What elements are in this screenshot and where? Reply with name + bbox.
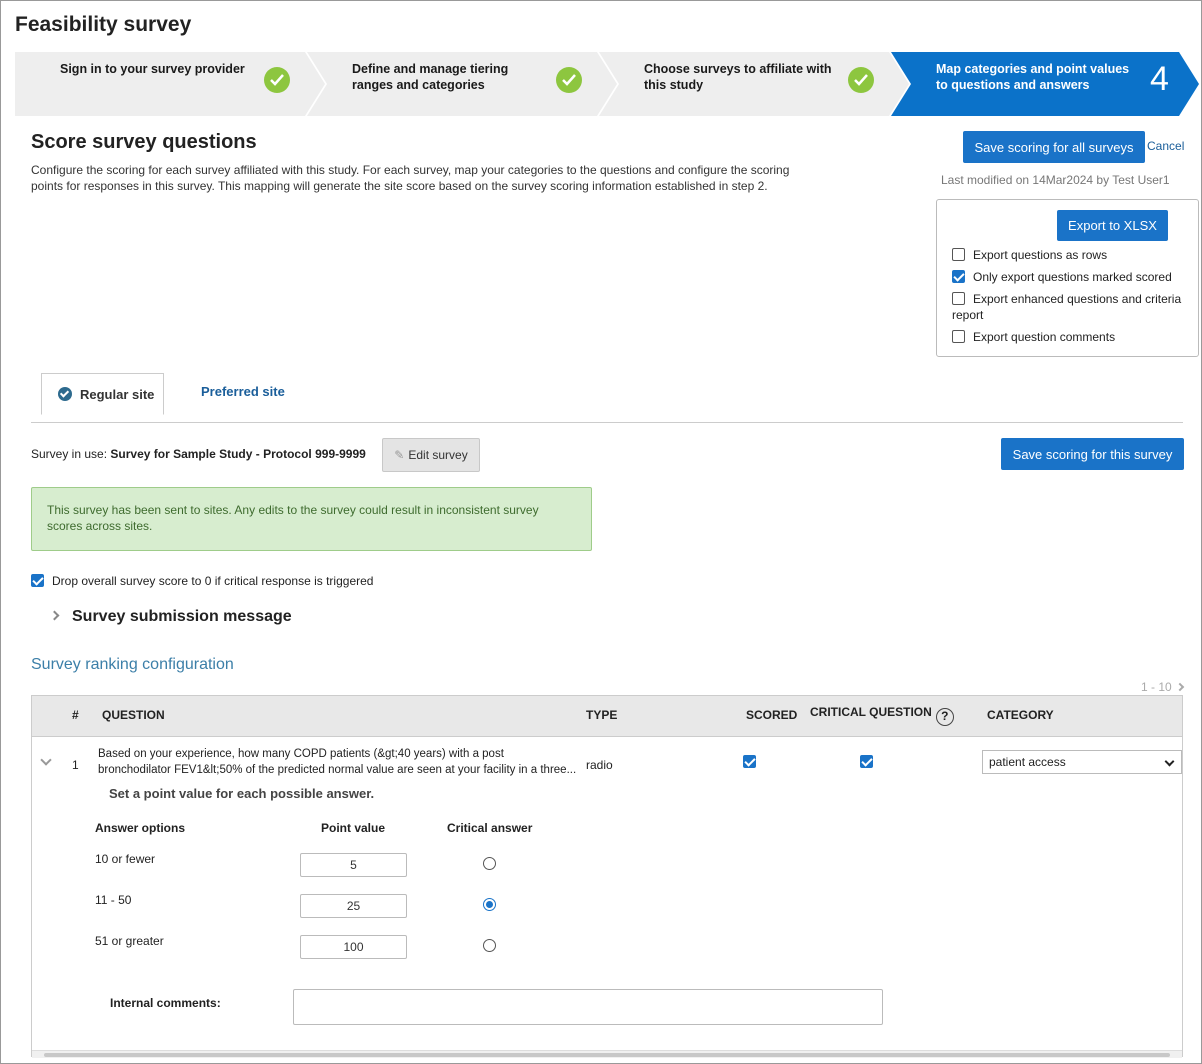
checkbox[interactable] [31, 574, 44, 587]
internal-comments-label: Internal comments: [110, 996, 221, 1010]
chevron-right-icon [49, 610, 60, 621]
chevron-down-icon [1164, 756, 1175, 767]
chevron-right-icon[interactable] [1175, 682, 1185, 692]
step-1-label: Sign in to your survey provider [60, 62, 245, 76]
ranking-table: # QUESTION TYPE SCORED CRITICAL QUESTION… [31, 695, 1183, 1058]
export-option-comments[interactable]: Export question comments [952, 329, 1115, 345]
table-header: # QUESTION TYPE SCORED CRITICAL QUESTION… [32, 696, 1182, 737]
section-title: Score survey questions [31, 131, 257, 153]
option-label: Export question comments [973, 330, 1116, 344]
last-modified: Last modified on 14Mar2024 by Test User1 [941, 173, 1170, 187]
check-circle-icon [58, 387, 72, 401]
section-description: Configure the scoring for each survey af… [31, 163, 790, 193]
col-critical-answer: Critical answer [447, 821, 533, 835]
col-question: QUESTION [102, 708, 165, 722]
wizard-step-4[interactable]: Map categories and point values to quest… [891, 52, 1201, 116]
critical-checkbox[interactable] [860, 755, 873, 768]
horizontal-scrollbar[interactable] [32, 1050, 1182, 1058]
edit-survey-button[interactable]: ✎ Edit survey [382, 438, 480, 472]
category-value: patient access [989, 755, 1066, 769]
edit-survey-label: Edit survey [408, 448, 468, 462]
col-critical: CRITICAL QUESTION? [810, 705, 954, 726]
check-icon [556, 67, 582, 93]
answer-config: Set a point value for each possible answ… [32, 786, 1182, 1056]
checkbox[interactable] [952, 248, 965, 261]
step-2-label: Define and manage tiering ranges and cat… [352, 62, 509, 92]
wizard-train: Sign in to your survey provider Define a… [15, 52, 1201, 116]
save-survey-button[interactable]: Save scoring for this survey [1001, 438, 1184, 470]
page-title: Feasibility survey [15, 13, 192, 36]
critical-answer-radio[interactable] [483, 898, 496, 911]
checkbox[interactable] [952, 330, 965, 343]
export-xlsx-button[interactable]: Export to XLSX [1057, 210, 1168, 241]
option-label: Export questions as rows [973, 248, 1108, 262]
col-type: TYPE [586, 708, 618, 722]
answer-option: 10 or fewer [95, 852, 156, 866]
scored-checkbox[interactable] [743, 755, 756, 768]
row-number: 1 [72, 758, 79, 772]
warning-alert: This survey has been sent to sites. Any … [31, 487, 592, 551]
col-category: CATEGORY [987, 708, 1054, 722]
wizard-step-2[interactable]: Define and manage tiering ranges and cat… [307, 52, 617, 116]
answer-option: 51 or greater [95, 934, 164, 948]
check-icon [848, 67, 874, 93]
ranking-title: Survey ranking configuration [31, 656, 234, 673]
option-label: Export enhanced questions and criteria r… [952, 292, 1182, 322]
col-answer-options: Answer options [95, 821, 186, 835]
pager-label: 1 - 10 [1141, 680, 1172, 694]
wizard-step-1[interactable]: Sign in to your survey provider [15, 52, 325, 116]
option-label: Only export questions marked scored [973, 270, 1172, 284]
step-3-label: Choose surveys to affiliate with this st… [644, 62, 832, 92]
point-value-input[interactable]: 25 [300, 894, 407, 918]
step-number: 4 [1150, 60, 1169, 98]
step-4-label: Map categories and point values to quest… [936, 62, 1130, 92]
row-type: radio [586, 758, 613, 772]
col-scored: SCORED [746, 708, 798, 722]
submission-message-label: Survey submission message [72, 608, 292, 625]
table-row: 1 Based on your experience, how many COP… [32, 738, 1182, 786]
critical-answer-radio[interactable] [483, 857, 496, 870]
col-critical-label: CRITICAL QUESTION [810, 705, 932, 719]
category-select[interactable]: patient access [982, 750, 1182, 774]
critical-answer-radio[interactable] [483, 939, 496, 952]
export-option-enhanced[interactable]: Export enhanced questions and criteria r… [952, 291, 1192, 323]
internal-comments-input[interactable] [293, 989, 883, 1025]
drop-score-option[interactable]: Drop overall survey score to 0 if critic… [31, 574, 373, 588]
pencil-icon: ✎ [394, 448, 405, 462]
answers-title: Set a point value for each possible answ… [109, 786, 375, 801]
col-number: # [72, 708, 79, 722]
tab-preferred-site[interactable]: Preferred site [201, 384, 285, 399]
export-panel: Export to XLSX Export questions as rows … [936, 199, 1199, 357]
point-value-input[interactable]: 5 [300, 853, 407, 877]
drop-score-label: Drop overall survey score to 0 if critic… [52, 574, 374, 588]
point-value-input[interactable]: 100 [300, 935, 407, 959]
wizard-step-3[interactable]: Choose surveys to affiliate with this st… [599, 52, 909, 116]
help-icon[interactable]: ? [935, 708, 954, 726]
export-option-scored[interactable]: Only export questions marked scored [952, 269, 1172, 285]
survey-name: Survey for Sample Study - Protocol 999-9… [110, 447, 366, 461]
chevron-down-icon[interactable] [40, 754, 52, 766]
checkbox[interactable] [952, 292, 965, 305]
submission-message-toggle[interactable]: Survey submission message [49, 608, 292, 626]
cancel-link[interactable]: Cancel [1147, 139, 1184, 153]
survey-in-use-label: Survey in use: [31, 447, 108, 461]
answer-option: 11 - 50 [95, 893, 132, 907]
scrollbar-thumb[interactable] [44, 1053, 1170, 1057]
checkbox[interactable] [952, 270, 965, 283]
save-all-surveys-button[interactable]: Save scoring for all surveys [963, 131, 1145, 163]
site-tabs: Regular site Preferred site [31, 371, 1183, 423]
pager[interactable]: 1 - 10 [1141, 680, 1185, 694]
export-option-rows[interactable]: Export questions as rows [952, 247, 1107, 263]
survey-in-use: Survey in use: Survey for Sample Study -… [31, 447, 366, 461]
tab-regular-site[interactable]: Regular site [41, 373, 164, 415]
tab-label: Regular site [80, 387, 155, 402]
check-icon [264, 67, 290, 93]
col-point-value: Point value [321, 821, 386, 835]
